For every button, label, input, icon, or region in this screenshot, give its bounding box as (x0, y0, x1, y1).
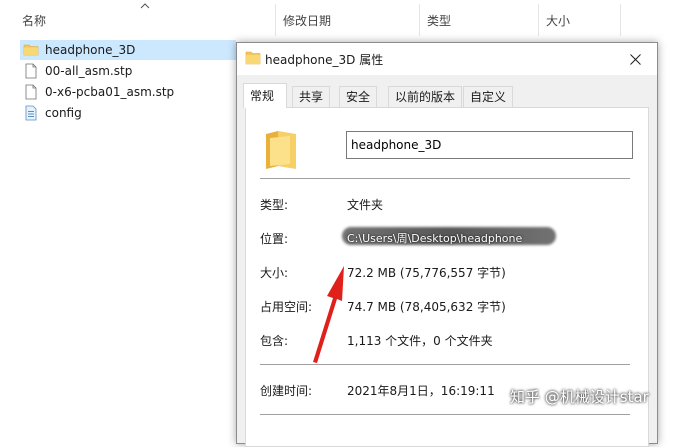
list-item-0-x6-pcba01-asm[interactable]: 0-x6-pcba01_asm.stp (20, 82, 236, 102)
file-name: 00-all_asm.stp (45, 64, 133, 78)
column-divider[interactable] (538, 4, 539, 36)
created-value: 2021年8月1日，16:19:11 (347, 384, 495, 398)
folder-icon (23, 44, 39, 56)
divider (260, 364, 630, 365)
dialog-titlebar[interactable]: headphone_3D 属性 (237, 43, 657, 75)
config-file-icon (25, 105, 37, 121)
divider (260, 414, 630, 415)
column-header-row: 名称 修改日期 类型 大小 (0, 0, 682, 38)
tab-previous-versions[interactable]: 以前的版本 (388, 86, 463, 107)
type-value: 文件夹 (347, 198, 384, 212)
size-label: 大小: (260, 266, 289, 280)
disk-size-value: 74.7 MB (78,405,632 字节) (347, 300, 506, 314)
column-divider[interactable] (620, 4, 621, 36)
column-type[interactable]: 类型 (427, 12, 451, 29)
location-label: 位置: (260, 232, 289, 246)
list-item-config[interactable]: config (20, 103, 236, 123)
folder-name-input[interactable] (346, 131, 633, 159)
file-icon (25, 63, 37, 79)
disk-size-label: 占用空间: (260, 300, 313, 314)
list-item-00-all-asm[interactable]: 00-all_asm.stp (20, 61, 236, 81)
tab-sharing[interactable]: 共享 (292, 86, 331, 107)
tab-customize[interactable]: 自定义 (463, 86, 514, 107)
sort-ascending-icon (140, 3, 150, 9)
column-name[interactable]: 名称 (22, 12, 46, 29)
file-name: 0-x6-pcba01_asm.stp (45, 85, 175, 99)
contains-label: 包含: (260, 334, 289, 348)
column-divider[interactable] (419, 4, 420, 36)
column-size[interactable]: 大小 (546, 12, 570, 29)
file-icon (25, 84, 37, 100)
folder-large-icon (266, 131, 296, 169)
close-button[interactable] (613, 43, 657, 75)
properties-dialog: headphone_3D 属性 常规 共享 安全 以前的版本 自定义 类型: 文… (236, 42, 658, 447)
column-modified[interactable]: 修改日期 (283, 12, 331, 29)
list-item-headphone-3d[interactable]: headphone_3D (20, 40, 236, 60)
watermark: 知乎 @机械设计star (510, 388, 649, 406)
tab-general[interactable]: 常规 (243, 83, 287, 108)
column-divider[interactable] (275, 4, 276, 36)
folder-icon (245, 51, 261, 65)
dialog-title: headphone_3D 属性 (265, 53, 384, 67)
tab-security[interactable]: 安全 (339, 86, 378, 107)
size-value: 72.2 MB (75,776,557 字节) (347, 266, 506, 280)
divider (260, 178, 630, 179)
location-value: C:\Users\周\Desktop\headphone (347, 232, 523, 245)
file-name: config (45, 106, 82, 120)
type-label: 类型: (260, 198, 289, 212)
contains-value: 1,113 个文件，0 个文件夹 (347, 334, 493, 348)
created-label: 创建时间: (260, 384, 313, 398)
file-name: headphone_3D (45, 43, 136, 57)
close-icon (629, 53, 641, 65)
